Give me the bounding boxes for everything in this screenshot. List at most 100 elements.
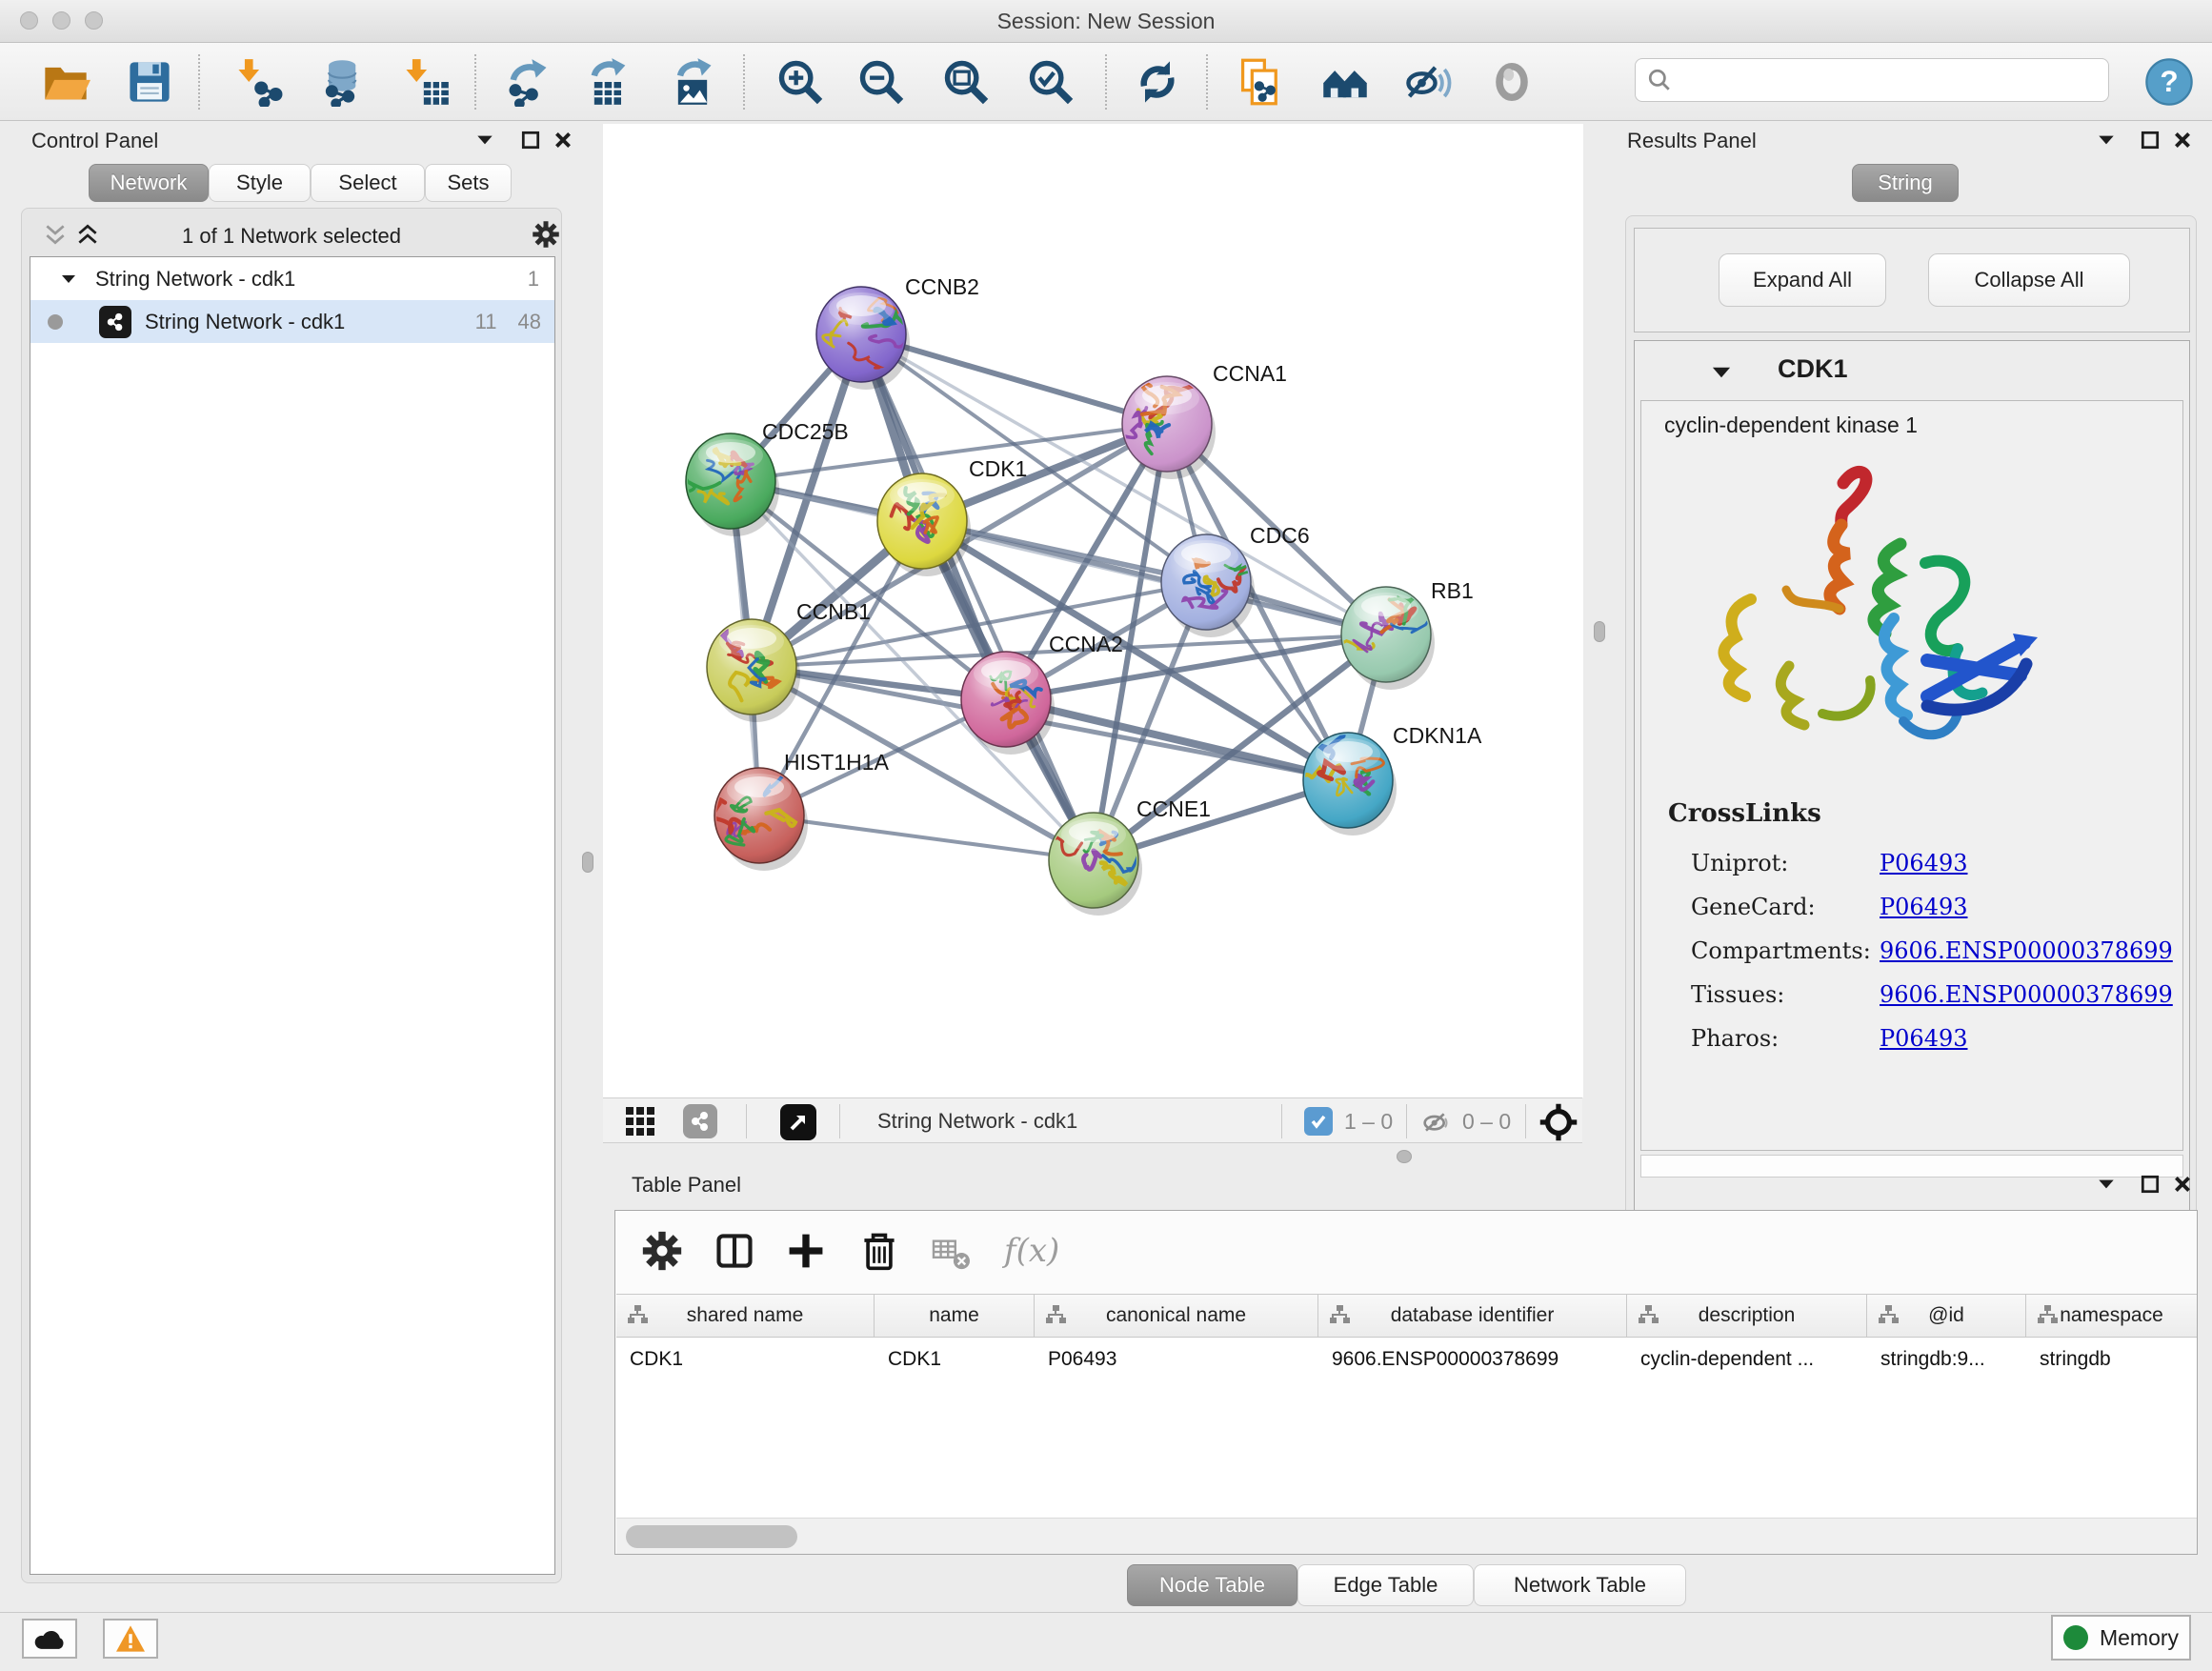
control-panel-close-button[interactable] <box>549 126 577 154</box>
table-row[interactable]: CDK1 CDK1 P06493 9606.ENSP00000378699 cy… <box>616 1339 2197 1380</box>
warnings-button[interactable] <box>103 1619 158 1659</box>
columns-icon <box>714 1230 755 1272</box>
toolbar-separator <box>743 54 745 110</box>
delete-table-button[interactable] <box>932 1236 972 1277</box>
export-table-icon <box>584 57 633 107</box>
import-network-from-database-button[interactable] <box>314 56 366 108</box>
tab-edge-table[interactable]: Edge Table <box>1297 1564 1474 1606</box>
tab-select[interactable]: Select <box>311 164 425 202</box>
network-tree: String Network - cdk1 1 String Network -… <box>30 256 555 1575</box>
entry-gene-name: CDK1 <box>1778 354 1848 384</box>
delete-column-button[interactable] <box>858 1230 900 1277</box>
copy-document-button[interactable] <box>1235 56 1286 108</box>
network-bullet-icon <box>48 314 63 330</box>
tab-style[interactable]: Style <box>209 164 311 202</box>
tab-string-results[interactable]: String <box>1852 164 1959 202</box>
results-panel-float-button[interactable] <box>2136 126 2164 154</box>
column-header-canonical-name[interactable]: canonical name <box>1035 1295 1318 1337</box>
show-homes-button[interactable] <box>1319 56 1371 108</box>
network-edge-count: 48 <box>518 310 541 334</box>
tab-network-table[interactable]: Network Table <box>1474 1564 1686 1606</box>
column-header-namespace[interactable]: namespace <box>2026 1295 2197 1337</box>
import-network-from-file-button[interactable] <box>232 56 284 108</box>
crosshair-icon <box>1538 1102 1579 1142</box>
export-network-button[interactable] <box>502 56 553 108</box>
export-image-button[interactable] <box>667 56 718 108</box>
network-canvas[interactable]: CCNB2CCNA1CDC25BCDK1CDC6RB1CCNB1CCNA2CDK… <box>603 124 1583 1097</box>
string-network-graph[interactable]: CCNB2CCNA1CDC25BCDK1CDC6RB1CCNB1CCNA2CDK… <box>603 124 1583 1097</box>
table-panel-collapse-button[interactable] <box>2092 1170 2121 1198</box>
refresh-icon <box>1133 57 1182 107</box>
plus-icon <box>785 1230 827 1272</box>
left-splitter-handle[interactable] <box>582 852 593 873</box>
tab-sets[interactable]: Sets <box>425 164 512 202</box>
collection-expand-icon[interactable] <box>59 270 78 289</box>
fit-content-button[interactable] <box>940 56 992 108</box>
show-columns-button[interactable] <box>714 1230 755 1277</box>
right-splitter-handle[interactable] <box>1594 621 1605 642</box>
tab-network[interactable]: Network <box>89 164 209 202</box>
pharos-link[interactable]: P06493 <box>1880 1025 1968 1052</box>
show-all-button[interactable] <box>1486 56 1538 108</box>
column-header-description[interactable]: description <box>1627 1295 1867 1337</box>
results-panel-collapse-button[interactable] <box>2092 126 2121 154</box>
column-header-database-identifier[interactable]: database identifier <box>1318 1295 1627 1337</box>
import-database-icon <box>315 57 365 107</box>
entry-collapse-icon[interactable] <box>1709 360 1734 390</box>
column-header-name[interactable]: name <box>875 1295 1035 1337</box>
share-icon <box>689 1110 712 1133</box>
add-column-button[interactable] <box>785 1230 827 1277</box>
birds-eye-view-button[interactable] <box>780 1104 816 1140</box>
string-style-button[interactable] <box>683 1104 717 1138</box>
protein-structure-image <box>1699 456 2051 771</box>
scrollbar-thumb[interactable] <box>626 1525 797 1548</box>
save-session-button[interactable] <box>124 56 175 108</box>
control-panel-title: Control Panel <box>31 129 158 153</box>
column-header-shared-name[interactable]: shared name <box>616 1295 875 1337</box>
import-table-from-file-button[interactable] <box>400 56 452 108</box>
crosslink-label: Compartments: <box>1691 929 1871 973</box>
zoom-out-button[interactable] <box>855 56 907 108</box>
table-container: f(x) shared name name canonical name dat… <box>614 1210 2198 1555</box>
hierarchy-icon <box>1877 1303 1900 1326</box>
export-table-button[interactable] <box>583 56 634 108</box>
network-collection-row[interactable]: String Network - cdk1 1 <box>30 257 554 300</box>
collapse-all-button[interactable]: Collapse All <box>1928 253 2130 307</box>
refresh-view-button[interactable] <box>1132 56 1183 108</box>
expand-all-button[interactable]: Expand All <box>1719 253 1886 307</box>
genecard-link[interactable]: P06493 <box>1880 894 1968 920</box>
compartments-link[interactable]: 9606.ENSP00000378699 <box>1880 937 2173 964</box>
open-session-button[interactable] <box>40 56 91 108</box>
node-label-CCNE1: CCNE1 <box>1136 796 1211 821</box>
grid-view-button[interactable] <box>624 1105 656 1142</box>
zoom-in-button[interactable] <box>774 56 826 108</box>
svg-text:?: ? <box>2160 64 2178 98</box>
uniprot-link[interactable]: P06493 <box>1880 850 1968 876</box>
column-header-id[interactable]: @id <box>1867 1295 2026 1337</box>
center-view-button[interactable] <box>1538 1102 1579 1147</box>
network-row[interactable]: String Network - cdk1 11 48 <box>30 300 554 343</box>
search-input[interactable] <box>1672 68 2081 92</box>
cloud-status-button[interactable] <box>22 1619 77 1659</box>
selected-node-edge-counts: 1 – 0 <box>1344 1109 1393 1135</box>
table-horizontal-scrollbar[interactable] <box>616 1518 2197 1554</box>
hide-selected-button[interactable] <box>1402 56 1454 108</box>
selected-checkbox[interactable] <box>1304 1107 1333 1136</box>
help-button[interactable]: ? <box>2143 56 2195 108</box>
table-panel-float-button[interactable] <box>2136 1170 2164 1198</box>
toolbar-separator <box>1105 54 1107 110</box>
control-panel-collapse-button[interactable] <box>471 126 499 154</box>
control-panel-float-button[interactable] <box>516 126 545 154</box>
node-label-CDC6: CDC6 <box>1250 523 1310 548</box>
network-options-gear-button[interactable] <box>532 220 560 253</box>
cell-shared-name: CDK1 <box>630 1348 683 1371</box>
table-settings-button[interactable] <box>641 1230 683 1277</box>
results-panel-close-button[interactable] <box>2168 126 2197 154</box>
function-builder-button[interactable]: f(x) <box>1004 1232 1059 1270</box>
table-panel-close-button[interactable] <box>2168 1170 2197 1198</box>
memory-button[interactable]: Memory <box>2051 1615 2191 1661</box>
tab-node-table[interactable]: Node Table <box>1127 1564 1297 1606</box>
tissues-link[interactable]: 9606.ENSP00000378699 <box>1880 981 2173 1008</box>
bottom-splitter-handle[interactable] <box>1397 1150 1412 1163</box>
zoom-selected-button[interactable] <box>1025 56 1076 108</box>
